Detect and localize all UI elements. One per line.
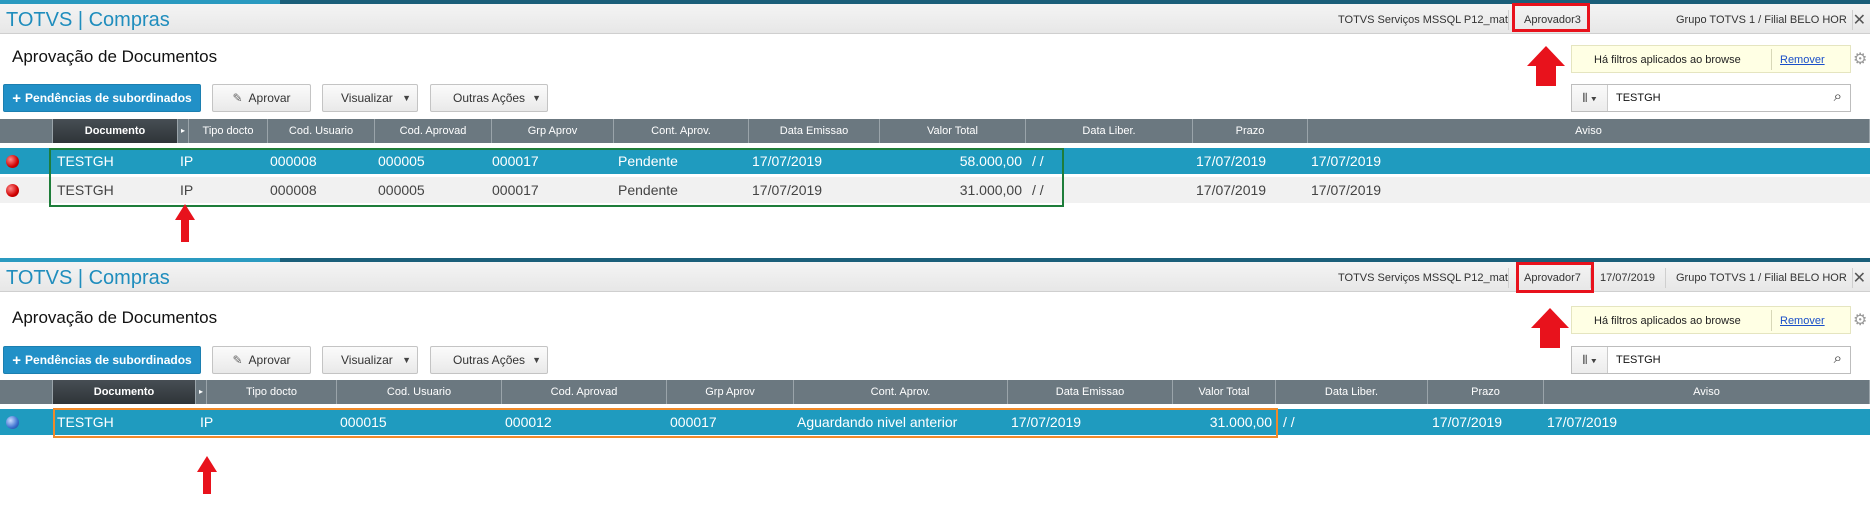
app-title: TOTVS | Compras [6, 267, 170, 289]
plus-icon: + [12, 351, 22, 369]
view-button[interactable]: Visualizar ▼ [322, 346, 418, 374]
environment-label: TOTVS Serviços MSSQL P12_mat [1338, 14, 1508, 26]
column-header[interactable]: Tipo docto [207, 380, 337, 404]
search-input[interactable]: TESTGH [1616, 354, 1661, 366]
screen-panel-1: TOTVS | Compras TOTVS Serviços MSSQL P12… [0, 0, 1870, 242]
column-header[interactable]: Prazo [1193, 119, 1308, 143]
column-header[interactable]: Data Liber. [1026, 119, 1193, 143]
branch-label[interactable]: Grupo TOTVS 1 / Filial BELO HOR [1676, 14, 1847, 26]
status-red-icon [6, 155, 19, 168]
column-header[interactable]: Prazo [1428, 380, 1544, 404]
pencil-icon: ✎ [232, 91, 243, 105]
column-header[interactable]: Cod. Usuario [268, 119, 375, 143]
page-title: Aprovação de Documentos [12, 47, 218, 66]
column-header[interactable]: Cod. Usuario [337, 380, 502, 404]
filter-notice: Há filtros aplicados ao browse Remover [1571, 45, 1851, 73]
table-header: Documento ▸ Tipo docto Cod. Usuario Cod.… [0, 119, 1870, 143]
close-icon[interactable]: ✕ [1853, 10, 1866, 30]
close-icon[interactable]: ✕ [1853, 268, 1866, 288]
red-arrow-icon [174, 204, 196, 242]
screen-panel-2: TOTVS | Compras TOTVS Serviços MSSQL P12… [0, 258, 1870, 524]
status-blue-icon [6, 416, 19, 429]
red-arrow-icon [1526, 46, 1566, 86]
caret-down-icon: ▼ [532, 93, 541, 103]
column-header[interactable]: Valor Total [1173, 380, 1276, 404]
search-icon[interactable]: ⌕ [1834, 88, 1842, 105]
column-header[interactable]: Data Liber. [1276, 380, 1428, 404]
columns-icon[interactable]: ⦀ ▾ [1572, 347, 1608, 373]
column-header[interactable]: Grp Aprov [492, 119, 614, 143]
branch-label[interactable]: Grupo TOTVS 1 / Filial BELO HOR [1676, 272, 1847, 284]
gear-icon[interactable]: ⚙ [1853, 49, 1867, 69]
approve-button[interactable]: ✎ Aprovar [212, 84, 311, 112]
user-highlight-box [1512, 3, 1590, 32]
column-header[interactable]: Cod. Aprovad [375, 119, 492, 143]
other-actions-button[interactable]: Outras Ações ▼ [430, 346, 548, 374]
user-highlight-box [1516, 262, 1594, 293]
caret-down-icon: ▼ [402, 93, 411, 103]
search-box[interactable]: ⦀ ▾ TESTGH ⌕ [1571, 346, 1851, 374]
search-box[interactable]: ⦀ ▾ TESTGH ⌕ [1571, 84, 1851, 112]
column-header[interactable]: Grp Aprov [667, 380, 794, 404]
search-input[interactable]: TESTGH [1616, 92, 1661, 104]
columns-icon[interactable]: ⦀ ▾ [1572, 85, 1608, 111]
view-button[interactable]: Visualizar ▼ [322, 84, 418, 112]
column-header[interactable]: Documento [53, 119, 178, 143]
column-header[interactable]: Documento [53, 380, 196, 404]
remove-filter-link[interactable]: Remover [1780, 315, 1825, 327]
column-header[interactable]: Aviso [1544, 380, 1870, 404]
column-header[interactable]: Data Emissao [749, 119, 880, 143]
pending-subordinates-button[interactable]: + Pendências de subordinados [3, 346, 201, 374]
search-icon[interactable]: ⌕ [1834, 350, 1842, 367]
approve-button[interactable]: ✎ Aprovar [212, 346, 311, 374]
red-arrow-icon [196, 456, 218, 494]
environment-label: TOTVS Serviços MSSQL P12_mat [1338, 272, 1508, 284]
column-header[interactable]: Tipo docto [189, 119, 268, 143]
pencil-icon: ✎ [232, 353, 243, 367]
expand-column-icon[interactable]: ▸ [196, 380, 207, 404]
caret-down-icon: ▼ [402, 355, 411, 365]
red-arrow-icon [1530, 308, 1570, 348]
caret-down-icon: ▼ [532, 355, 541, 365]
gear-icon[interactable]: ⚙ [1853, 310, 1867, 330]
plus-icon: + [12, 89, 22, 107]
status-red-icon [6, 184, 19, 197]
column-header[interactable]: Cont. Aprov. [794, 380, 1008, 404]
column-header[interactable]: Valor Total [880, 119, 1026, 143]
row-highlight-box [53, 408, 1278, 438]
other-actions-button[interactable]: Outras Ações ▼ [430, 84, 548, 112]
page-title: Aprovação de Documentos [12, 308, 218, 327]
column-header[interactable]: Cont. Aprov. [614, 119, 749, 143]
filter-notice: Há filtros aplicados ao browse Remover [1571, 306, 1851, 334]
table-header: Documento ▸ Tipo docto Cod. Usuario Cod.… [0, 380, 1870, 404]
pending-subordinates-button[interactable]: + Pendências de subordinados [3, 84, 201, 112]
rows-highlight-box [49, 148, 1064, 207]
column-header[interactable]: Cod. Aprovad [502, 380, 667, 404]
expand-column-icon[interactable]: ▸ [178, 119, 189, 143]
column-header[interactable]: Data Emissao [1008, 380, 1173, 404]
date-label[interactable]: 17/07/2019 [1600, 272, 1655, 284]
column-header[interactable]: Aviso [1308, 119, 1870, 143]
remove-filter-link[interactable]: Remover [1780, 54, 1825, 66]
app-title: TOTVS | Compras [6, 9, 170, 31]
